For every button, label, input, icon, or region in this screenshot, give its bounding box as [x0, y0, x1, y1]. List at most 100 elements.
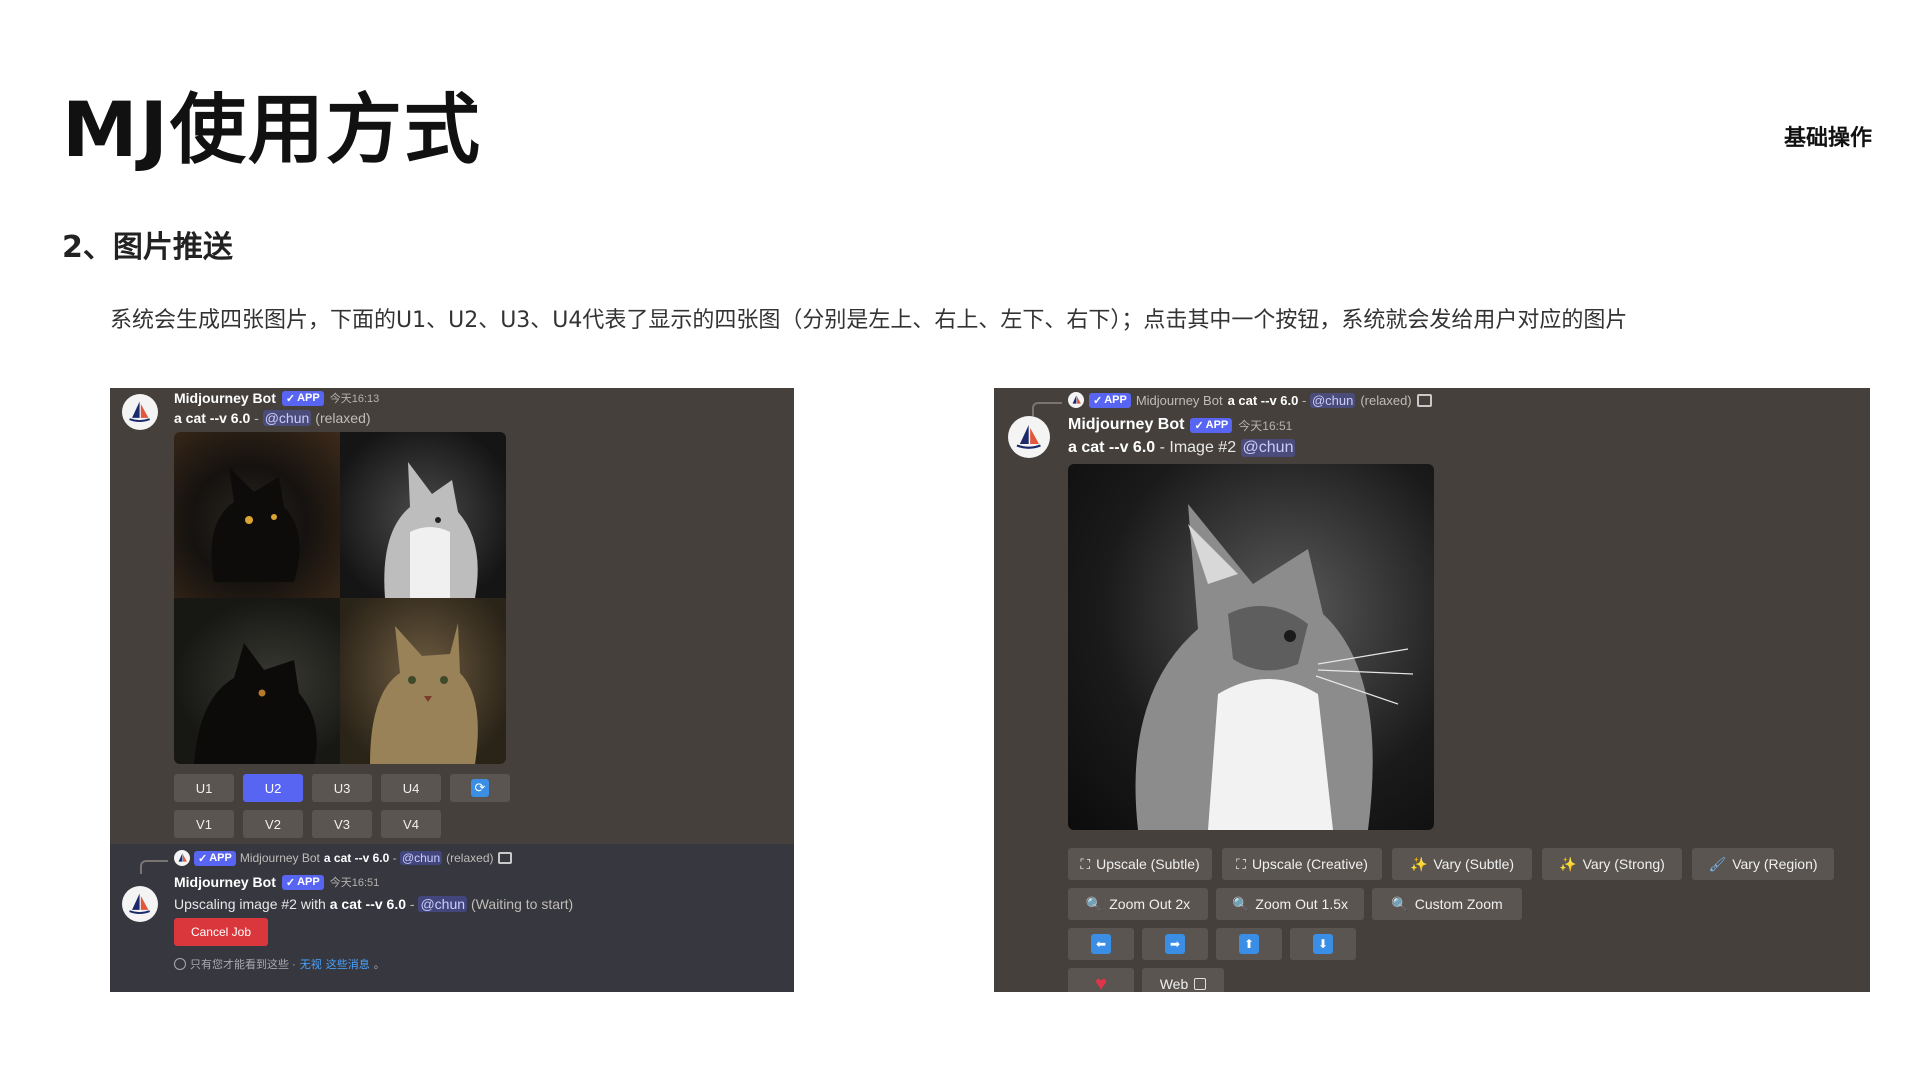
reply-connector	[1032, 402, 1062, 416]
discord-panel-upscaled: ✓ APP Midjourney Bot a cat --v 6.0 - @chu…	[994, 388, 1870, 992]
bot-name[interactable]: Midjourney Bot	[1068, 416, 1184, 434]
section-heading: 2、图片推送	[62, 230, 233, 265]
user-mention[interactable]: @chun	[418, 896, 468, 912]
app-badge: ✓ APP	[194, 850, 236, 866]
user-mention[interactable]: @chun	[262, 410, 312, 426]
favorite-button[interactable]: ♥	[1068, 968, 1134, 992]
bot-name[interactable]: Midjourney Bot	[174, 390, 276, 406]
vary-region-button[interactable]: 🖌 Vary (Region)	[1692, 848, 1834, 880]
expand-icon: ⛶	[1236, 855, 1246, 872]
check-icon: ✓	[1194, 419, 1204, 432]
upscale-creative-button[interactable]: ⛶ Upscale (Creative)	[1222, 848, 1382, 880]
custom-zoom-button[interactable]: 🔍 Custom Zoom	[1372, 888, 1522, 920]
reply-preview[interactable]: ✓ APP Midjourney Bot a cat --v 6.0 - @chu…	[1068, 392, 1432, 408]
vary-subtle-button[interactable]: ✨ Vary (Subtle)	[1392, 848, 1532, 880]
cat-illustration	[384, 462, 478, 598]
check-icon: ✓	[198, 852, 208, 865]
pan-left-button[interactable]: ⬅	[1068, 928, 1134, 960]
arrow-left-icon: ⬅	[1091, 934, 1111, 954]
separator: -	[406, 896, 419, 912]
reply-mode: (relaxed)	[446, 851, 494, 865]
magnifier-icon: 🔍	[1231, 895, 1250, 912]
pan-up-button[interactable]: ⬆	[1216, 928, 1282, 960]
arrow-right-icon: ➡	[1165, 934, 1185, 954]
arrow-down-icon: ⬇	[1313, 934, 1333, 954]
magnifier-icon: 🔍	[1391, 895, 1409, 912]
grid-image-bottom-right[interactable]	[340, 598, 506, 764]
status-prefix: Upscaling image #2 with	[174, 896, 326, 912]
midjourney-avatar[interactable]	[122, 394, 158, 430]
sailboat-logo-icon	[1016, 425, 1042, 450]
midjourney-avatar[interactable]	[122, 886, 158, 922]
these-messages-link[interactable]: 这些消息	[326, 956, 370, 972]
mode-text: (relaxed)	[315, 410, 371, 426]
separator: -	[250, 410, 263, 426]
app-badge: ✓ APP	[1190, 417, 1233, 433]
reply-bot-name: Midjourney Bot	[1135, 392, 1223, 408]
image-grid[interactable]	[174, 432, 506, 764]
v4-button[interactable]: V4	[381, 810, 441, 838]
check-icon: ✓	[285, 392, 296, 405]
eye-icon	[174, 958, 186, 970]
external-link-icon	[1194, 978, 1207, 990]
paintbrush-icon: 🖌	[1708, 855, 1727, 872]
midjourney-avatar[interactable]	[1008, 416, 1050, 458]
mini-avatar	[174, 850, 190, 866]
heart-icon: ♥	[1095, 972, 1107, 993]
arrow-up-icon: ⬆	[1239, 934, 1259, 954]
grid-image-top-left[interactable]	[174, 432, 340, 598]
vary-strong-button[interactable]: ✨ Vary (Strong)	[1542, 848, 1682, 880]
web-link-button[interactable]: Web	[1142, 968, 1224, 992]
grid-image-bottom-left[interactable]	[174, 598, 340, 764]
cat-illustration	[370, 623, 478, 764]
reroll-button[interactable]: ⟳	[450, 774, 510, 802]
u3-button[interactable]: U3	[312, 774, 372, 802]
reply-prompt: a cat --v 6.0	[323, 851, 390, 865]
grid-image-top-right[interactable]	[340, 432, 506, 598]
reply-prompt: a cat --v 6.0	[1227, 392, 1299, 408]
sailboat-logo-icon	[1072, 394, 1081, 404]
reply-preview[interactable]: ✓ APP Midjourney Bot a cat --v 6.0 - @chu…	[174, 850, 512, 866]
dismiss-link[interactable]: 无视	[300, 956, 322, 972]
bot-name[interactable]: Midjourney Bot	[174, 874, 276, 890]
sparkle-icon: ✨	[1559, 855, 1577, 872]
cancel-job-button[interactable]: Cancel Job	[174, 918, 268, 946]
timestamp: 今天16:13	[329, 393, 380, 405]
separator: -	[389, 851, 400, 865]
v1-button[interactable]: V1	[174, 810, 234, 838]
upscale-status-message: ✓ APP Midjourney Bot a cat --v 6.0 - @chu…	[110, 844, 794, 992]
v3-button[interactable]: V3	[312, 810, 372, 838]
upscaled-image[interactable]	[1068, 464, 1434, 830]
cat-illustration	[211, 467, 300, 582]
u4-button[interactable]: U4	[381, 774, 441, 802]
pan-right-button[interactable]: ➡	[1142, 928, 1208, 960]
app-badge: ✓ APP	[281, 874, 324, 890]
user-mention[interactable]: @chun	[1240, 439, 1296, 457]
app-badge: ✓ APP	[281, 390, 324, 406]
upscale-subtle-button[interactable]: ⛶ Upscale (Subtle)	[1068, 848, 1212, 880]
reply-mode: (relaxed)	[1360, 392, 1412, 408]
section-tag: 基础操作	[1783, 126, 1872, 151]
description-text: 系统会生成四张图片，下面的U1、U2、U3、U4代表了显示的四张图（分别是左上、…	[110, 308, 1628, 333]
reply-mention: @chun	[399, 851, 443, 865]
prompt-text: a cat --v 6.0	[174, 410, 251, 426]
check-icon: ✓	[285, 876, 296, 889]
image-icon	[1416, 393, 1432, 407]
check-icon: ✓	[1093, 394, 1103, 407]
v2-button[interactable]: V2	[243, 810, 303, 838]
magnifier-icon: 🔍	[1085, 895, 1104, 912]
prompt-text: a cat --v 6.0	[1068, 439, 1156, 456]
timestamp: 今天16:51	[329, 877, 380, 889]
u2-button[interactable]: U2	[243, 774, 303, 802]
pan-down-button[interactable]: ⬇	[1290, 928, 1356, 960]
sparkle-icon: ✨	[1409, 855, 1428, 872]
mini-avatar	[1068, 392, 1084, 408]
discord-panel-grid: Midjourney Bot ✓ APP 今天16:13 a cat --v 6.…	[110, 388, 794, 992]
reply-mention: @chun	[1309, 392, 1356, 408]
cat-illustration	[194, 643, 317, 764]
zoom-out-1-5x-button[interactable]: 🔍 Zoom Out 1.5x	[1216, 888, 1364, 920]
zoom-out-2x-button[interactable]: 🔍 Zoom Out 2x	[1068, 888, 1208, 920]
reply-bot-name: Midjourney Bot	[239, 851, 320, 865]
sailboat-logo-icon	[178, 852, 187, 862]
u1-button[interactable]: U1	[174, 774, 234, 802]
